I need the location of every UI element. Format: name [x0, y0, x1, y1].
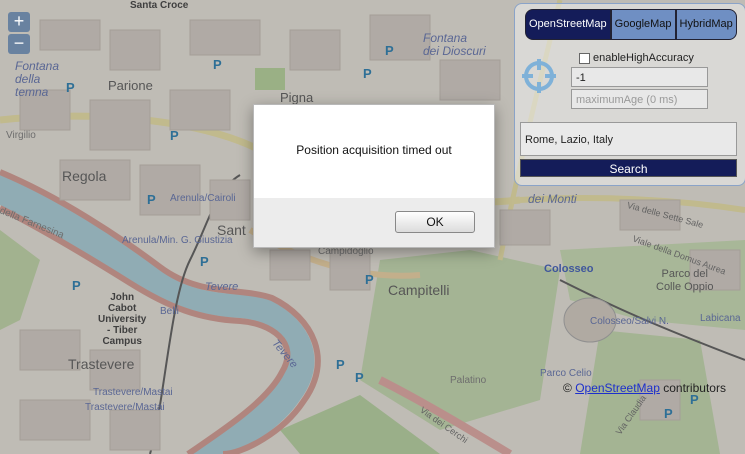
- address-field[interactable]: Rome, Lazio, Italy: [520, 122, 737, 156]
- openstreetmap-link[interactable]: OpenStreetMap: [575, 381, 660, 395]
- high-accuracy-checkbox[interactable]: [579, 52, 590, 64]
- geolocate-icon[interactable]: [521, 58, 557, 94]
- high-accuracy-label: enableHighAccuracy: [593, 52, 694, 64]
- map-type-tabs: OpenStreetMap GoogleMap HybridMap: [525, 9, 737, 40]
- alert-dialog: Position acquisition timed out OK: [253, 104, 495, 248]
- tab-googlemap[interactable]: GoogleMap: [610, 9, 676, 40]
- map-attribution: © OpenStreetMap contributors: [563, 381, 726, 395]
- tab-openstreetmap[interactable]: OpenStreetMap: [525, 9, 611, 40]
- tab-hybridmap[interactable]: HybridMap: [675, 9, 737, 40]
- zoom-control: + −: [8, 12, 30, 56]
- zoom-in-button[interactable]: +: [8, 12, 30, 32]
- copyright-symbol: ©: [563, 381, 572, 395]
- search-button[interactable]: Search: [520, 159, 737, 177]
- timeout-field[interactable]: -1: [571, 67, 708, 87]
- maximumage-field[interactable]: maximumAge (0 ms): [571, 89, 708, 109]
- zoom-out-button[interactable]: −: [8, 34, 30, 54]
- attribution-suffix: contributors: [663, 381, 726, 395]
- ok-button[interactable]: OK: [395, 211, 475, 233]
- alert-message: Position acquisition timed out: [296, 142, 452, 157]
- alert-message-area: Position acquisition timed out: [254, 105, 494, 198]
- control-panel: OpenStreetMap GoogleMap HybridMap enable…: [514, 3, 745, 186]
- high-accuracy-option[interactable]: enableHighAccuracy: [579, 52, 694, 64]
